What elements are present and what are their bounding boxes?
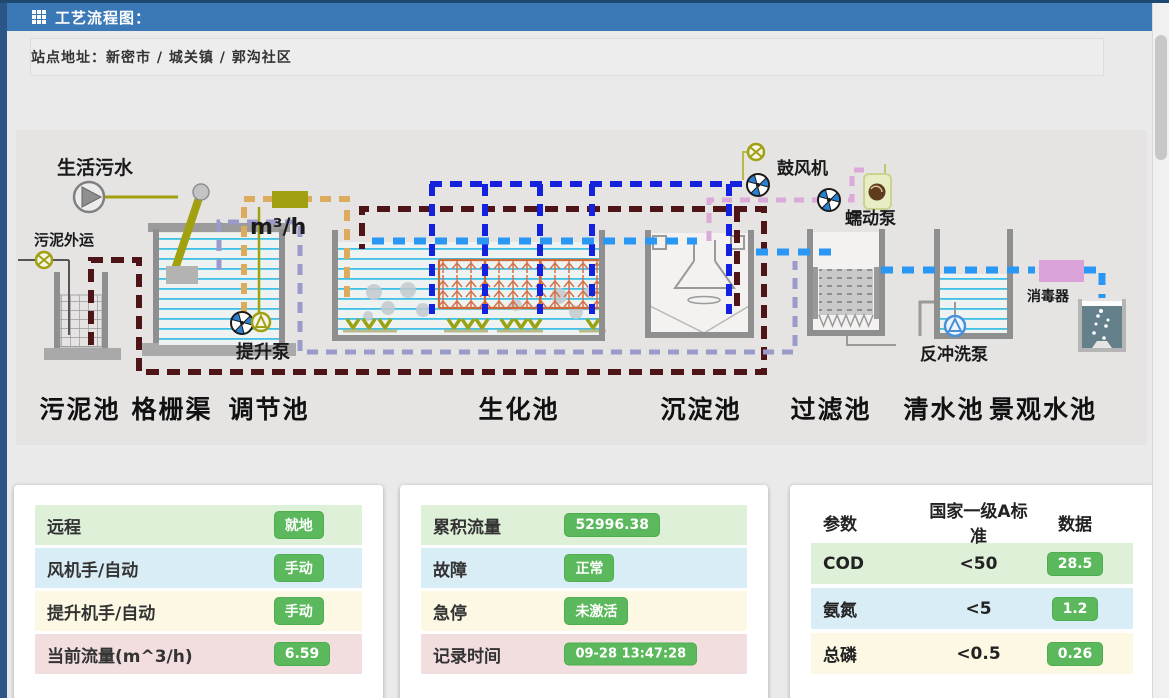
filter-media xyxy=(819,269,873,315)
status-badge: 52996.38 xyxy=(564,513,660,537)
panel-row: 远程 就地 xyxy=(35,505,362,545)
backwash-pump-icon xyxy=(945,316,965,336)
label-tank-regulating: 调节池 xyxy=(228,395,309,424)
control-panel-card: 远程 就地 风机手/自动 手动 提升机手/自动 手动 当前流量(m^3/h) 6… xyxy=(14,485,383,698)
process-flow-diagram: 生活污水 污泥外运 m³/h 提升泵 鼓风机 蠕动泵 反冲洗泵 消毒器 污泥池 … xyxy=(16,130,1147,445)
row-label: 记录时间 xyxy=(433,642,501,667)
row-label: 远程 xyxy=(47,513,81,538)
left-edge-strip xyxy=(0,0,7,698)
biofilm-media xyxy=(439,261,602,307)
peristaltic-fan-icon xyxy=(818,189,843,214)
label-tank-grid-channel: 格栅渠 xyxy=(131,395,212,424)
status-badge: 正常 xyxy=(564,554,614,582)
param-name: 总磷 xyxy=(823,641,928,666)
value-badge: 0.26 xyxy=(1047,642,1104,666)
label-peristaltic-pump: 蠕动泵 xyxy=(845,209,896,229)
panel-row: 当前流量(m^3/h) 6.59 xyxy=(35,634,362,674)
scrollbar-thumb[interactable] xyxy=(1155,35,1167,160)
row-label: 当前流量(m^3/h) xyxy=(47,642,193,667)
panel-row: 风机手/自动 手动 xyxy=(35,548,362,588)
status-badge: 就地 xyxy=(274,511,324,539)
label-sewage-inflow: 生活污水 xyxy=(57,156,134,179)
label-tank-biochemical: 生化池 xyxy=(478,395,559,424)
biochemical-tank xyxy=(335,230,606,341)
label-flow-unit: m³/h xyxy=(250,215,306,240)
panel-row: 故障 正常 xyxy=(421,548,747,588)
param-standard: <0.5 xyxy=(928,644,1029,664)
column-header-standard: 国家一级A标准 xyxy=(928,497,1029,547)
value-badge: 28.5 xyxy=(1047,552,1104,576)
label-tank-sedimentation: 沉淀池 xyxy=(660,395,741,424)
breadcrumb-text: 站点地址：新密市 / 城关镇 / 郭沟社区 xyxy=(31,47,292,67)
landscape-pool xyxy=(1080,299,1124,350)
quality-row: 总磷 <0.5 0.26 xyxy=(811,633,1133,674)
param-name: COD xyxy=(823,554,928,574)
lift-pump-valve-icon xyxy=(252,313,270,331)
peristaltic-pump-head xyxy=(864,164,891,209)
label-tank-filter: 过滤池 xyxy=(790,395,871,424)
grid-icon xyxy=(32,10,46,24)
value-badge: 1.2 xyxy=(1052,597,1099,621)
flow-meter xyxy=(272,191,308,208)
label-backwash-pump: 反冲洗泵 xyxy=(920,344,988,365)
top-border xyxy=(0,0,1169,3)
status-badge: 手动 xyxy=(274,597,324,625)
row-label: 急停 xyxy=(433,599,467,624)
header-bar: 工艺流程图： xyxy=(7,3,1152,31)
panel-row: 急停 未激活 xyxy=(421,591,747,631)
disinfector-box xyxy=(1039,260,1084,282)
water-quality-card: 参数 国家一级A标准 数据 COD <50 28.5 氨氮 <5 1.2 总磷 … xyxy=(790,485,1154,698)
breadcrumb: 站点地址：新密市 / 城关镇 / 郭沟社区 xyxy=(30,38,1104,76)
quality-header-row: 参数 国家一级A标准 数据 xyxy=(811,505,1133,539)
row-label: 提升机手/自动 xyxy=(47,599,155,624)
panel-row: 提升机手/自动 手动 xyxy=(35,591,362,631)
label-tank-landscape: 景观水池 xyxy=(989,395,1097,424)
label-tank-clear-water: 清水池 xyxy=(903,395,984,424)
status-badge: 手动 xyxy=(274,554,324,582)
column-header-param: 参数 xyxy=(823,510,928,535)
status-badge: 09-28 13:47:28 xyxy=(564,643,697,666)
quality-row: 氨氮 <5 1.2 xyxy=(811,588,1133,629)
clear-water-tank xyxy=(920,229,1010,336)
sludge-valve-icon xyxy=(36,252,52,268)
label-disinfector: 消毒器 xyxy=(1027,288,1070,305)
status-badge: 6.59 xyxy=(274,642,331,666)
param-standard: <50 xyxy=(928,554,1029,574)
param-name: 氨氮 xyxy=(823,596,928,621)
status-panel-card: 累积流量 52996.38 故障 正常 急停 未激活 记录时间 09-28 13… xyxy=(400,485,768,698)
label-tank-sludge: 污泥池 xyxy=(39,395,120,424)
column-header-data: 数据 xyxy=(1029,510,1121,535)
param-standard: <5 xyxy=(928,599,1029,619)
row-label: 故障 xyxy=(433,556,467,581)
quality-row: COD <50 28.5 xyxy=(811,543,1133,584)
status-badge: 未激活 xyxy=(564,597,628,625)
filter-tank xyxy=(810,229,896,345)
vertical-scrollbar[interactable] xyxy=(1152,3,1169,698)
sludge-tank xyxy=(44,272,121,360)
panel-row: 累积流量 52996.38 xyxy=(421,505,747,545)
panel-row: 记录时间 09-28 13:47:28 xyxy=(421,634,747,674)
blower-fan-icon xyxy=(747,174,772,199)
row-label: 风机手/自动 xyxy=(47,556,138,581)
blower-valve-icon xyxy=(748,144,764,160)
row-label: 累积流量 xyxy=(433,513,501,538)
label-blower: 鼓风机 xyxy=(777,158,828,179)
inflow-pump-icon xyxy=(74,182,104,212)
label-lift-pump: 提升泵 xyxy=(236,341,290,363)
label-sludge-out: 污泥外运 xyxy=(34,231,94,249)
blower-valve-line xyxy=(743,152,748,180)
page-title: 工艺流程图： xyxy=(55,7,151,28)
